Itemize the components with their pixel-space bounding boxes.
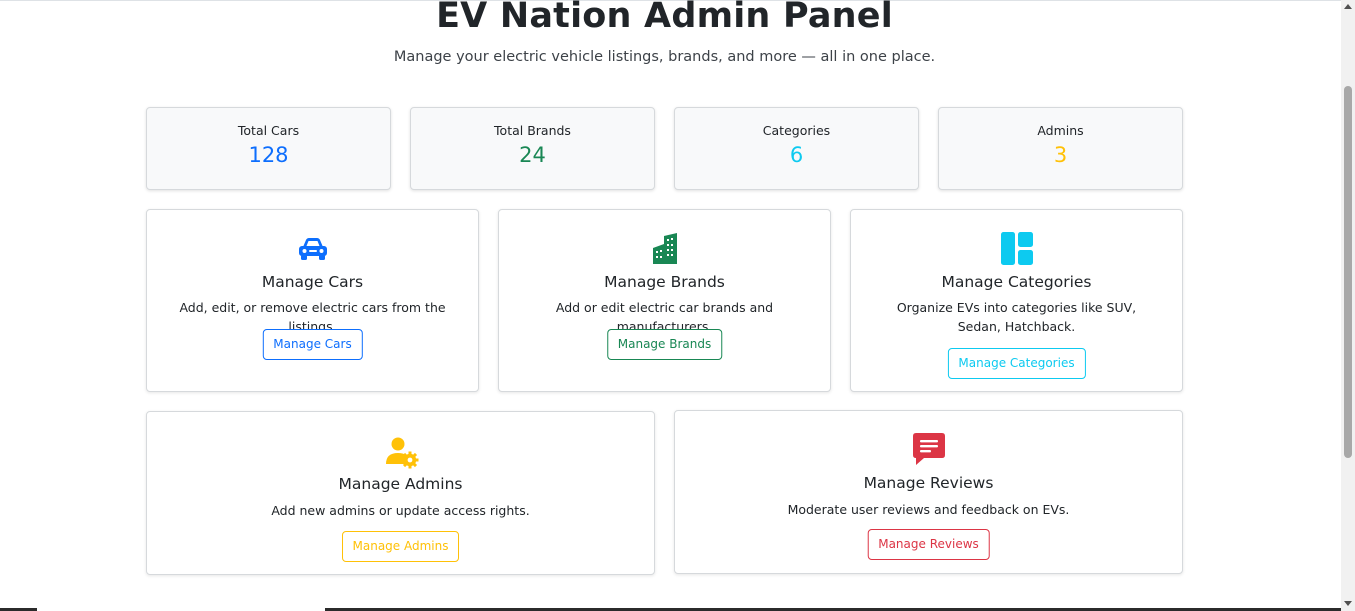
manage-categories-button[interactable]: Manage Categories <box>947 348 1086 379</box>
stat-value: 128 <box>248 143 289 167</box>
stat-value: 6 <box>789 143 804 167</box>
manage-brands-card: Manage Brands Add or edit electric car b… <box>498 209 831 392</box>
feature-title: Manage Reviews <box>863 474 994 492</box>
manage-brands-button[interactable]: Manage Brands <box>606 329 723 360</box>
feature-description: Add new admins or update access rights. <box>271 503 530 518</box>
stat-card-total-cars: Total Cars 128 <box>146 107 391 190</box>
stat-label: Categories <box>762 123 831 138</box>
stat-label: Total Cars <box>237 123 300 138</box>
page-title: EV Nation Admin Panel <box>436 0 893 36</box>
stat-label: Total Brands <box>494 123 571 138</box>
stat-card-admins: Admins 3 <box>938 107 1183 190</box>
feature-title: Manage Cars <box>261 273 364 291</box>
feature-title: Manage Brands <box>604 273 725 291</box>
manage-admins-button[interactable]: Manage Admins <box>341 531 460 562</box>
user-gear-icon <box>383 434 419 470</box>
stat-value: 3 <box>1053 143 1068 167</box>
bottom-edge-strip <box>0 607 1341 611</box>
feature-description: Organize EVs into categories like SUV, S… <box>896 300 1137 334</box>
scroll-up-arrow-icon[interactable] <box>1344 4 1352 9</box>
manage-cars-card: Manage Cars Add, edit, or remove electri… <box>146 209 479 392</box>
car-icon <box>295 230 331 266</box>
stat-value: 24 <box>519 143 546 167</box>
page-subtitle: Manage your electric vehicle listings, b… <box>393 49 936 65</box>
manage-cars-button[interactable]: Manage Cars <box>262 329 363 360</box>
scrollbar-thumb[interactable] <box>1344 86 1352 458</box>
stat-card-categories: Categories 6 <box>674 107 919 190</box>
dashboard-layout-icon <box>999 230 1035 266</box>
chat-text-icon <box>911 431 947 467</box>
manage-reviews-card: Manage Reviews Moderate user reviews and… <box>674 410 1183 574</box>
feature-title: Manage Admins <box>338 475 463 493</box>
feature-description: Moderate user reviews and feedback on EV… <box>787 502 1070 517</box>
manage-admins-card: Manage Admins Add new admins or update a… <box>146 411 655 575</box>
stat-card-total-brands: Total Brands 24 <box>410 107 655 190</box>
building-icon <box>647 230 683 266</box>
scroll-down-arrow-icon[interactable] <box>1344 601 1352 606</box>
stat-label: Admins <box>1037 123 1084 138</box>
manage-categories-card: Manage Categories Organize EVs into cate… <box>850 209 1183 392</box>
feature-title: Manage Categories <box>941 273 1092 291</box>
vertical-scrollbar[interactable] <box>1341 0 1355 611</box>
manage-reviews-button[interactable]: Manage Reviews <box>867 529 990 560</box>
